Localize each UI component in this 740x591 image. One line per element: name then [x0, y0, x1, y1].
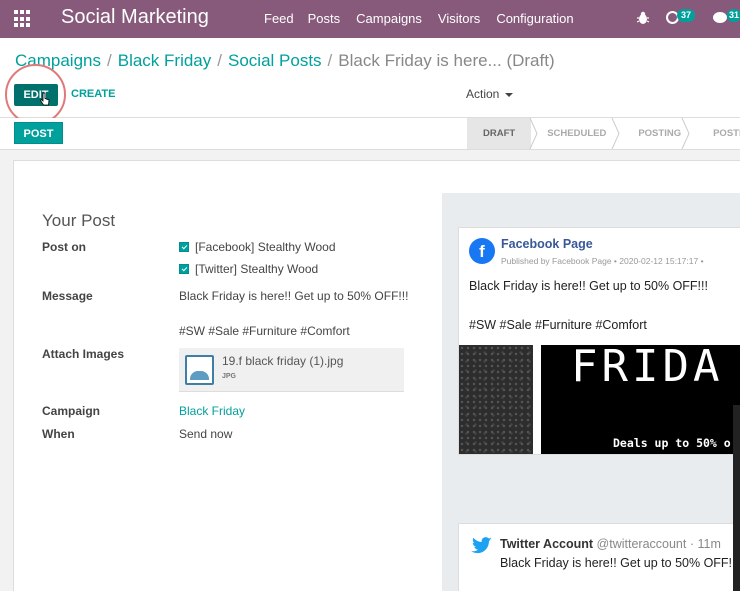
breadcrumb-separator: /	[327, 51, 333, 70]
facebook-page-name[interactable]: Facebook Page	[501, 237, 593, 251]
breadcrumb-current: Black Friday is here... (Draft)	[338, 51, 555, 70]
main-menu: Feed Posts Campaigns Visitors Configurat…	[264, 11, 590, 26]
top-navbar: Social Marketing Feed Posts Campaigns Vi…	[0, 0, 740, 38]
account-label: [Facebook] Stealthy Wood	[195, 240, 336, 254]
texture-image-thumbnail	[459, 345, 533, 454]
stage-label: POSTED	[713, 128, 740, 139]
checkbox-checked-icon[interactable]	[179, 242, 189, 252]
account-label: [Twitter] Stealthy Wood	[195, 262, 319, 276]
twitter-handle: @twitteraccount · 11m	[596, 537, 721, 551]
campaign-label: Campaign	[42, 404, 101, 418]
stage-label: SCHEDULED	[547, 128, 607, 139]
post-button[interactable]: POST	[14, 122, 63, 144]
scrollbar[interactable]	[733, 405, 740, 591]
menu-item-configuration[interactable]: Configuration	[496, 11, 573, 26]
image-deals-text: Deals up to 50% o	[613, 436, 731, 450]
attachment-type: JPG	[222, 373, 237, 380]
message-count-badge: 31	[727, 9, 740, 22]
menu-item-campaigns[interactable]: Campaigns	[356, 11, 422, 26]
twitter-bird-icon	[471, 537, 492, 554]
menu-item-feed[interactable]: Feed	[264, 11, 294, 26]
action-dropdown-label: Action	[466, 87, 500, 101]
when-label: When	[42, 427, 75, 441]
breadcrumb-separator: /	[217, 51, 222, 70]
caret-down-icon	[505, 92, 514, 97]
post-preview-panel: f Facebook Page Published by Facebook Pa…	[442, 193, 740, 591]
app-title: Social Marketing	[61, 6, 209, 28]
edit-button[interactable]: EDIT	[14, 84, 58, 106]
status-bar: POST DRAFT SCHEDULED POSTING POSTED	[0, 118, 740, 150]
menu-item-visitors[interactable]: Visitors	[438, 11, 480, 26]
breadcrumb-social-posts[interactable]: Social Posts	[228, 51, 322, 70]
image-file-icon	[185, 355, 214, 385]
menu-item-posts[interactable]: Posts	[308, 11, 341, 26]
account-facebook[interactable]: [Facebook] Stealthy Wood	[179, 240, 336, 254]
breadcrumb-black-friday[interactable]: Black Friday	[118, 51, 212, 70]
breadcrumb-separator: /	[107, 51, 112, 70]
attachment-name[interactable]: 19.f black friday (1).jpg	[222, 354, 343, 368]
form-title: Your Post	[42, 211, 116, 230]
facebook-post-meta: Published by Facebook Page • 2020-02-12 …	[501, 256, 704, 266]
messages-chat-icon[interactable]	[713, 12, 727, 23]
checkbox-checked-icon[interactable]	[179, 264, 189, 274]
message-label: Message	[42, 289, 93, 303]
post-form: Your Post Post on [Facebook] Stealthy Wo…	[14, 161, 442, 591]
when-value: Send now	[179, 427, 233, 441]
image-headline-text: FRIDA	[571, 345, 724, 392]
twitter-preview-card: Twitter Account @twitteraccount · 11m Bl…	[458, 523, 740, 591]
form-sheet: Your Post Post on [Facebook] Stealthy Wo…	[13, 160, 740, 591]
attach-images-label: Attach Images	[42, 347, 125, 361]
stage-label: DRAFT	[483, 128, 516, 139]
control-panel: Campaigns / Black Friday / Social Posts / Blac…	[0, 38, 740, 125]
twitter-message: Black Friday is here!! Get up to 50% OFF…	[500, 556, 733, 570]
stage-scheduled[interactable]: SCHEDULED	[531, 118, 622, 149]
facebook-tags: #SW #Sale #Furniture #Comfort	[469, 318, 647, 332]
apps-menu-icon[interactable]	[14, 10, 32, 28]
stage-label: POSTING	[638, 128, 682, 139]
message-line-1: Black Friday is here!! Get up to 50% OFF…	[179, 289, 409, 303]
create-button[interactable]: CREATE	[71, 88, 115, 100]
post-on-label: Post on	[42, 240, 86, 254]
black-friday-image: FRIDA Deals up to 50% o	[541, 345, 740, 454]
twitter-account-name[interactable]: Twitter Account	[500, 537, 593, 551]
action-dropdown[interactable]: Action	[466, 87, 514, 101]
stage-posted[interactable]: POSTED	[697, 118, 740, 149]
stage-posting[interactable]: POSTING	[622, 118, 697, 149]
activity-count-badge: 37	[677, 9, 695, 22]
stage-draft[interactable]: DRAFT	[467, 118, 532, 149]
status-stages: DRAFT SCHEDULED POSTING POSTED	[467, 118, 740, 149]
breadcrumb: Campaigns / Black Friday / Social Posts / Blac…	[15, 51, 555, 71]
message-line-2: #SW #Sale #Furniture #Comfort	[179, 324, 350, 338]
facebook-message: Black Friday is here!! Get up to 50% OFF…	[469, 279, 708, 293]
facebook-preview-card: f Facebook Page Published by Facebook Pa…	[458, 227, 740, 455]
account-twitter[interactable]: [Twitter] Stealthy Wood	[179, 262, 318, 276]
attachment-item[interactable]: 19.f black friday (1).jpg JPG	[179, 348, 404, 392]
campaign-link[interactable]: Black Friday	[179, 404, 245, 418]
facebook-icon: f	[469, 238, 495, 264]
twitter-account-line: Twitter Account @twitteraccount · 11m	[500, 537, 721, 551]
mouse-pointer-icon	[40, 92, 50, 106]
bug-icon[interactable]	[637, 11, 649, 25]
